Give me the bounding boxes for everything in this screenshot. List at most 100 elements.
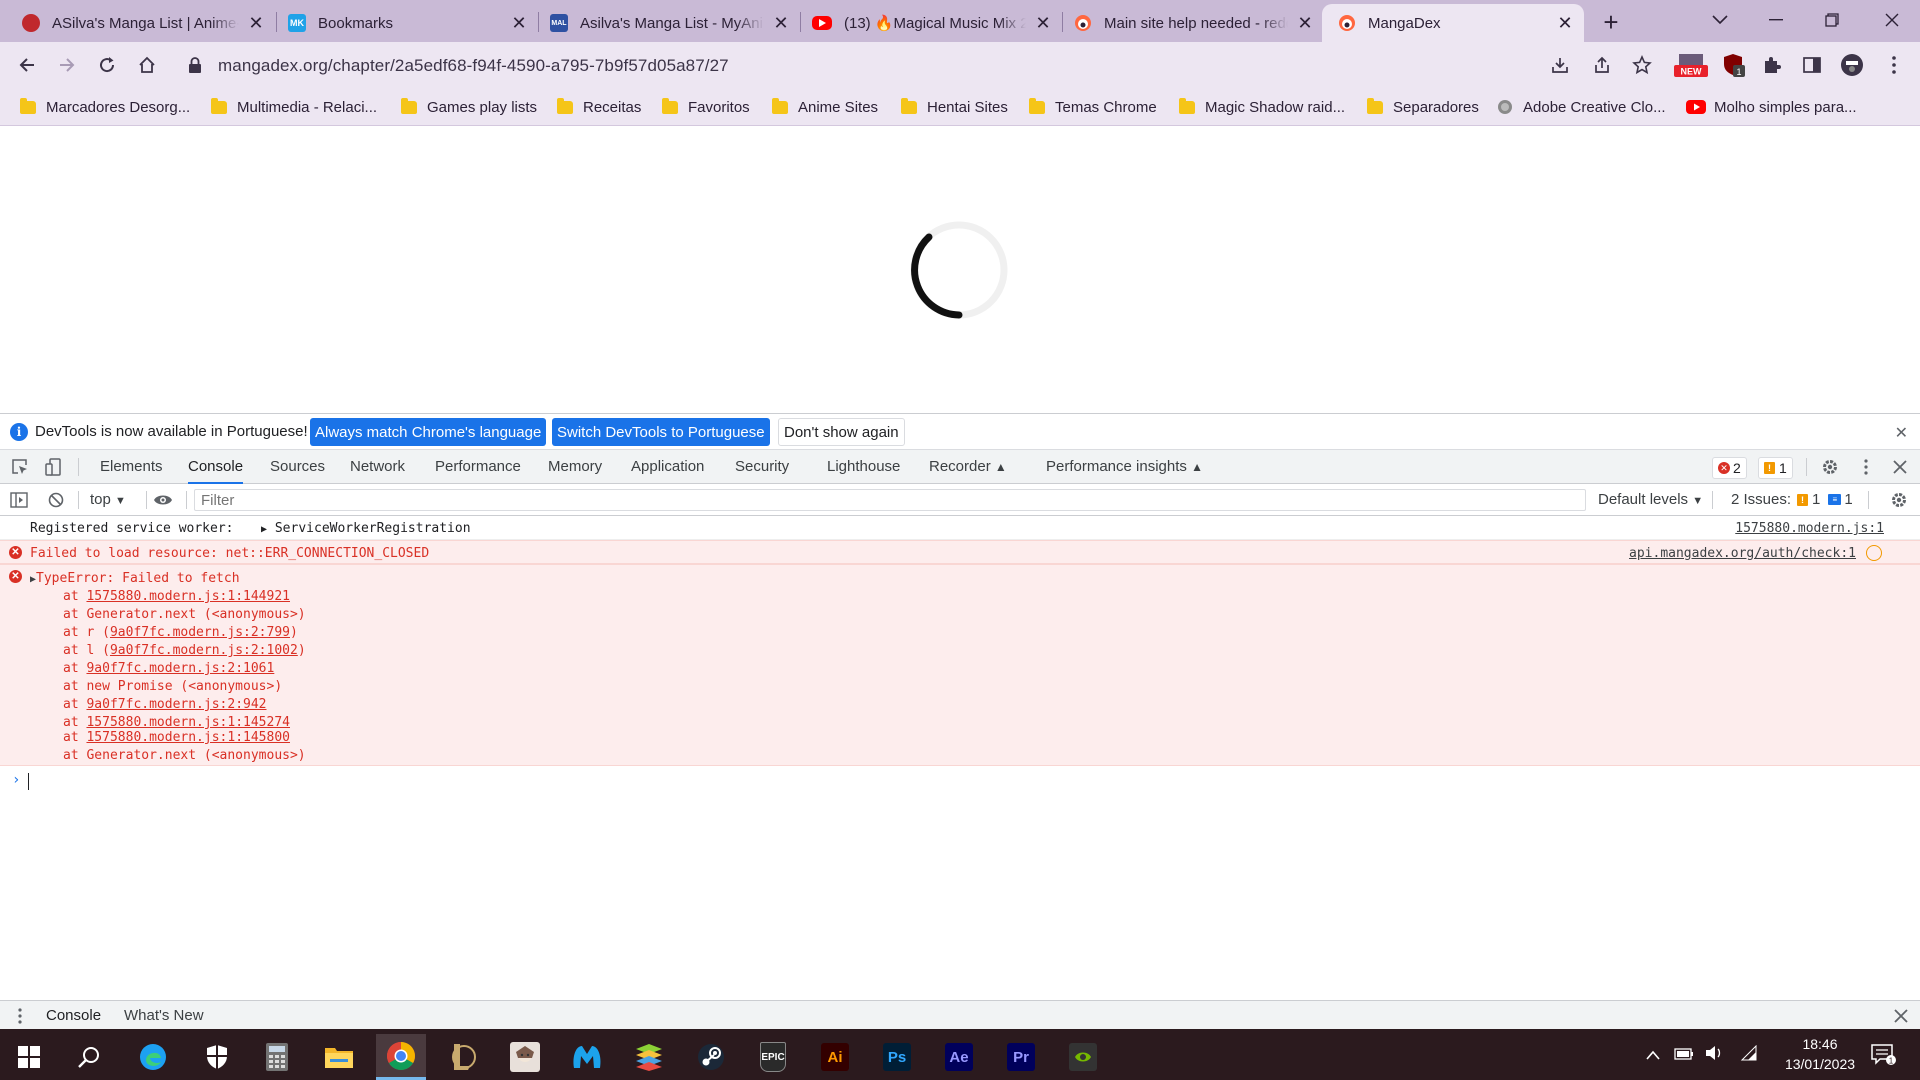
chrome-menu-icon[interactable] [1882,53,1906,77]
stack-link[interactable]: 9a0f7fc.modern.js:2:942 [86,697,266,712]
bookmark-youtube[interactable]: Molho simples para... [1686,97,1857,117]
device-toolbar-icon[interactable] [44,457,64,477]
tab-reddit-help[interactable]: Main site help needed - reddit ✕ [1062,4,1324,42]
close-icon[interactable]: ✕ [510,14,528,32]
bookmark-folder[interactable]: Receitas [557,97,641,117]
show-hidden-icons-icon[interactable] [1646,1047,1660,1063]
close-icon[interactable]: ✕ [1556,14,1574,32]
tab-elements[interactable]: Elements [100,450,163,484]
file-explorer-icon[interactable] [314,1034,364,1080]
malwarebytes-icon[interactable] [562,1034,612,1080]
tab-memory[interactable]: Memory [548,450,602,484]
bookmark-folder[interactable]: Magic Shadow raid... [1179,97,1345,117]
close-devtools-icon[interactable] [1890,457,1910,477]
tab-search-icon[interactable] [1692,0,1748,40]
match-language-button[interactable]: Always match Chrome's language [310,418,547,446]
league-of-legends-icon[interactable] [438,1034,488,1080]
after-effects-icon[interactable]: Ae [934,1034,984,1080]
bookmark-folder[interactable]: Games play lists [401,97,537,117]
share-icon[interactable] [1590,53,1614,77]
steam-icon[interactable] [686,1034,736,1080]
bookmark-folder[interactable]: Separadores [1367,97,1479,117]
stack-link[interactable]: 1575880.modern.js:1:144921 [86,589,290,604]
illustrator-icon[interactable]: Ai [810,1034,860,1080]
error-expandable[interactable]: ▶TypeError: Failed to fetch [30,571,240,586]
dont-show-again-button[interactable]: Don't show again [778,418,905,446]
restore-button[interactable] [1804,0,1860,40]
tab-console[interactable]: Console [188,450,244,484]
log-levels-dropdown[interactable]: Default levels ▼ [1598,491,1703,508]
source-link[interactable]: api.mangadex.org/auth/check:1 [1629,546,1856,561]
calculator-icon[interactable] [252,1034,302,1080]
extension-new-icon[interactable]: NEW [1674,53,1708,77]
side-panel-icon[interactable] [1800,53,1824,77]
bookmark-folder[interactable]: Marcadores Desorg... [20,97,190,117]
bookmark-folder[interactable]: Anime Sites [772,97,878,117]
stack-link[interactable]: 9a0f7fc.modern.js:2:799 [110,625,290,640]
stack-link[interactable]: 9a0f7fc.modern.js:2:1061 [86,661,274,676]
bookmark-star-icon[interactable] [1630,53,1654,77]
tab-performance-insights[interactable]: Performance insights ▲ [1046,450,1203,484]
bookmark-adobe[interactable]: Adobe Creative Clo... [1497,97,1666,117]
drawer-menu-icon[interactable] [18,1008,22,1028]
close-icon[interactable]: ✕ [1296,14,1314,32]
wifi-icon[interactable] [1738,1044,1758,1064]
tab-application[interactable]: Application [631,450,704,484]
forward-icon[interactable] [52,50,82,80]
security-icon[interactable] [192,1034,242,1080]
warning-count-badge[interactable]: ! 1 [1758,457,1793,479]
live-expression-eye-icon[interactable] [153,490,173,510]
tab-network[interactable]: Network [350,450,405,484]
stack-link[interactable]: 1575880.modern.js:1:145800 [86,730,290,745]
volume-icon[interactable] [1704,1045,1724,1064]
profile-avatar-icon[interactable] [1840,53,1864,77]
drawer-tab-console[interactable]: Console [46,1001,101,1031]
photoshop-icon[interactable]: Ps [872,1034,922,1080]
switch-portuguese-button[interactable]: Switch DevTools to Portuguese [552,418,770,446]
drawer-tab-whats-new[interactable]: What's New [124,1001,204,1031]
windows-start-icon[interactable] [4,1034,54,1080]
tab-performance[interactable]: Performance [435,450,521,484]
notification-center-icon[interactable]: 1 [1870,1043,1896,1068]
close-icon[interactable]: ✕ [772,14,790,32]
premiere-icon[interactable]: Pr [996,1034,1046,1080]
reload-icon[interactable] [92,50,122,80]
console-input-caret[interactable] [28,773,29,790]
bluestacks-icon[interactable] [624,1034,674,1080]
close-icon[interactable]: ✕ [1034,14,1052,32]
close-drawer-icon[interactable] [1894,1009,1908,1027]
bookmark-folder[interactable]: Hentai Sites [901,97,1008,117]
new-tab-button[interactable]: + [1596,8,1626,38]
back-icon[interactable] [12,50,42,80]
system-clock[interactable]: 18:46 13/01/2023 [1780,1034,1860,1074]
ublock-origin-icon[interactable]: 1 [1722,53,1746,77]
close-icon[interactable]: ✕ [247,14,265,32]
tab-recorder[interactable]: Recorder ▲ [929,450,1007,484]
close-window-button[interactable] [1864,0,1920,40]
clear-console-icon[interactable] [46,490,66,510]
url-text[interactable]: mangadex.org/chapter/2a5edf68-f94f-4590-… [218,56,729,76]
sidebar-toggle-icon[interactable] [9,490,29,510]
console-filter-input[interactable] [194,489,1586,511]
bookmark-folder[interactable]: Favoritos [662,97,750,117]
tab-anime-planet[interactable]: ASilva's Manga List | Anime-Planet ✕ [0,4,275,42]
error-count-badge[interactable]: ✕ 2 [1712,457,1747,479]
extensions-puzzle-icon[interactable] [1760,53,1784,77]
inspect-element-icon[interactable] [10,457,30,477]
game-launcher-icon[interactable] [500,1034,550,1080]
network-request-icon[interactable] [1866,545,1882,561]
tab-bookmarks[interactable]: MK Bookmarks ✕ [276,4,538,42]
tab-myanimelist[interactable]: MAL Asilva's Manga List - MyAnimeList.ne… [538,4,800,42]
nvidia-icon[interactable] [1058,1034,1108,1080]
tab-mangadex[interactable]: MangaDex ✕ [1322,4,1584,42]
settings-gear-icon[interactable] [1820,457,1840,477]
stack-link[interactable]: 9a0f7fc.modern.js:2:1002 [110,643,298,658]
context-selector[interactable]: top ▼ [90,491,126,508]
close-icon[interactable]: ✕ [1895,423,1908,443]
tab-youtube[interactable]: (13) 🔥Magical Music Mix 2023 ✕ [800,4,1062,42]
battery-icon[interactable] [1674,1047,1694,1063]
search-icon[interactable] [64,1034,114,1080]
tab-sources[interactable]: Sources [270,450,325,484]
install-app-icon[interactable] [1548,53,1572,77]
tab-lighthouse[interactable]: Lighthouse [827,450,900,484]
